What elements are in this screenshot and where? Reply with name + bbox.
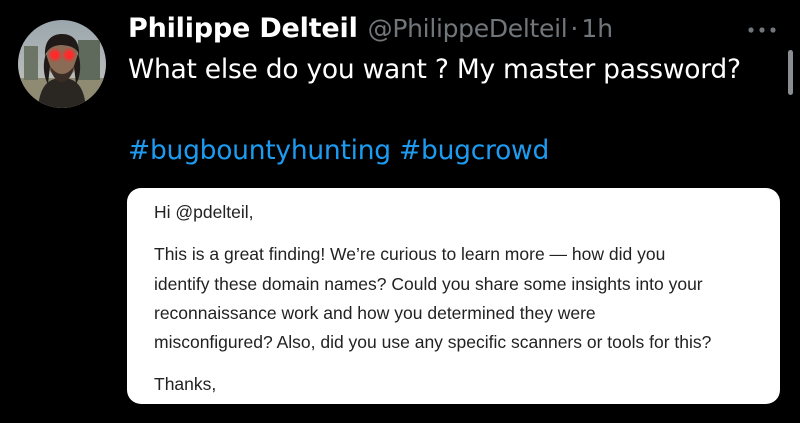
more-options-icon[interactable] <box>745 24 779 36</box>
tweet-text: What else do you want ? My master passwo… <box>128 54 741 85</box>
email-body-line: This is a great finding! We’re curious t… <box>154 244 666 264</box>
tweet-header: Philippe Delteil @PhilippeDelteil · 1h <box>128 13 613 53</box>
author-display-name[interactable]: Philippe Delteil <box>128 13 358 44</box>
scrollbar-thumb[interactable] <box>788 50 793 95</box>
email-screenshot-card[interactable]: Hi @pdelteil, This is a great finding! W… <box>127 188 780 404</box>
email-body-line: identify these domain names? Could you s… <box>154 274 703 294</box>
email-signoff: Thanks, <box>154 374 217 394</box>
avatar-image <box>18 20 106 108</box>
email-greeting: Hi @pdelteil, <box>154 202 254 222</box>
avatar[interactable] <box>18 20 106 108</box>
hashtag-link[interactable]: #bugcrowd <box>399 135 549 166</box>
tweet-hashtags: #bugbountyhunting #bugcrowd <box>128 135 549 166</box>
hashtag-link[interactable]: #bugbountyhunting <box>128 135 391 166</box>
email-body-line: reconnaissance work and how you determin… <box>154 303 596 323</box>
tweet-timestamp[interactable]: 1h <box>581 14 613 43</box>
separator-dot: · <box>570 14 579 43</box>
email-body-line: misconfigured? Also, did you use any spe… <box>154 332 712 352</box>
author-handle[interactable]: @PhilippeDelteil <box>368 14 568 43</box>
